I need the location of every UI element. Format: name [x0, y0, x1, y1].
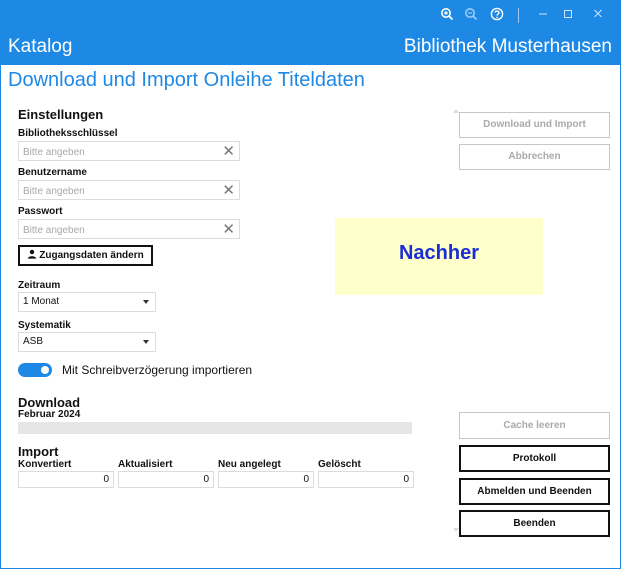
import-heading: Import — [18, 444, 59, 459]
throttle-toggle[interactable] — [18, 363, 52, 377]
user-icon — [28, 249, 37, 259]
app-name: Katalog — [8, 36, 73, 57]
username-label: Benutzername — [18, 167, 87, 178]
password-field[interactable]: ✕ — [18, 219, 240, 240]
toggle-knob — [41, 366, 49, 374]
throttle-label: Mit Schreibverzögerung importieren — [62, 363, 253, 377]
converted-count: 0 — [18, 471, 114, 488]
zoom-out-icon[interactable] — [462, 7, 480, 25]
download-import-button[interactable]: Download und Import — [459, 112, 610, 138]
log-button[interactable]: Protokoll — [459, 445, 610, 472]
library-name: Bibliothek Musterhausen — [403, 36, 612, 57]
change-credentials-label: Zugangsdaten ändern — [39, 250, 144, 261]
scroll-down-icon[interactable] — [453, 528, 459, 532]
download-heading: Download — [18, 395, 81, 410]
app-header: Katalog Bibliothek Musterhausen — [1, 31, 620, 65]
overlay-note-text: Nachher — [398, 242, 480, 264]
close-icon[interactable] — [589, 7, 607, 25]
clear-icon[interactable]: ✕ — [222, 221, 235, 238]
logout-exit-button[interactable]: Abmelden und Beenden — [459, 478, 610, 505]
library-key-input[interactable] — [19, 143, 215, 162]
zoom-in-icon[interactable] — [438, 7, 456, 25]
cancel-button[interactable]: Abbrechen — [459, 144, 610, 170]
new-count: 0 — [218, 471, 314, 488]
period-label: Zeitraum — [18, 280, 61, 291]
help-icon[interactable] — [488, 7, 506, 25]
period-select[interactable]: 1 Monat — [18, 292, 156, 312]
maximize-icon[interactable] — [559, 7, 577, 25]
library-key-label: Bibliotheksschlüssel — [18, 128, 118, 139]
deleted-count: 0 — [318, 471, 414, 488]
converted-label: Konvertiert — [18, 459, 72, 470]
exit-button[interactable]: Beenden — [459, 510, 610, 537]
period-value: 1 Monat — [23, 296, 60, 307]
clear-icon[interactable]: ✕ — [222, 182, 235, 199]
updated-count: 0 — [118, 471, 214, 488]
download-month: Februar 2024 — [18, 409, 81, 420]
titlebar-separator — [518, 8, 519, 23]
username-field[interactable]: ✕ — [18, 180, 240, 201]
change-credentials-button[interactable]: Zugangsdaten ändern — [18, 245, 153, 266]
minimize-icon[interactable] — [534, 7, 552, 25]
settings-heading: Einstellungen — [18, 107, 104, 122]
clear-cache-button[interactable]: Cache leeren — [459, 412, 610, 439]
password-label: Passwort — [18, 206, 63, 217]
page-title: Download und Import Onleihe Titeldaten — [8, 69, 365, 91]
username-input[interactable] — [19, 182, 215, 201]
deleted-label: Gelöscht — [318, 459, 361, 470]
new-label: Neu angelegt — [218, 459, 281, 470]
chevron-down-icon — [143, 340, 149, 344]
app-window: Katalog Bibliothek Musterhausen Download… — [0, 0, 621, 569]
clear-icon[interactable]: ✕ — [222, 143, 235, 160]
systematics-select[interactable]: ASB — [18, 332, 156, 352]
password-input[interactable] — [19, 221, 215, 240]
chevron-down-icon — [143, 300, 149, 304]
library-key-field[interactable]: ✕ — [18, 141, 240, 162]
title-bar — [1, 1, 620, 31]
updated-label: Aktualisiert — [118, 459, 173, 470]
download-progress-bar — [18, 422, 412, 434]
systematics-label: Systematik — [18, 320, 71, 331]
systematics-value: ASB — [23, 336, 44, 347]
overlay-note: Nachher — [335, 218, 543, 295]
